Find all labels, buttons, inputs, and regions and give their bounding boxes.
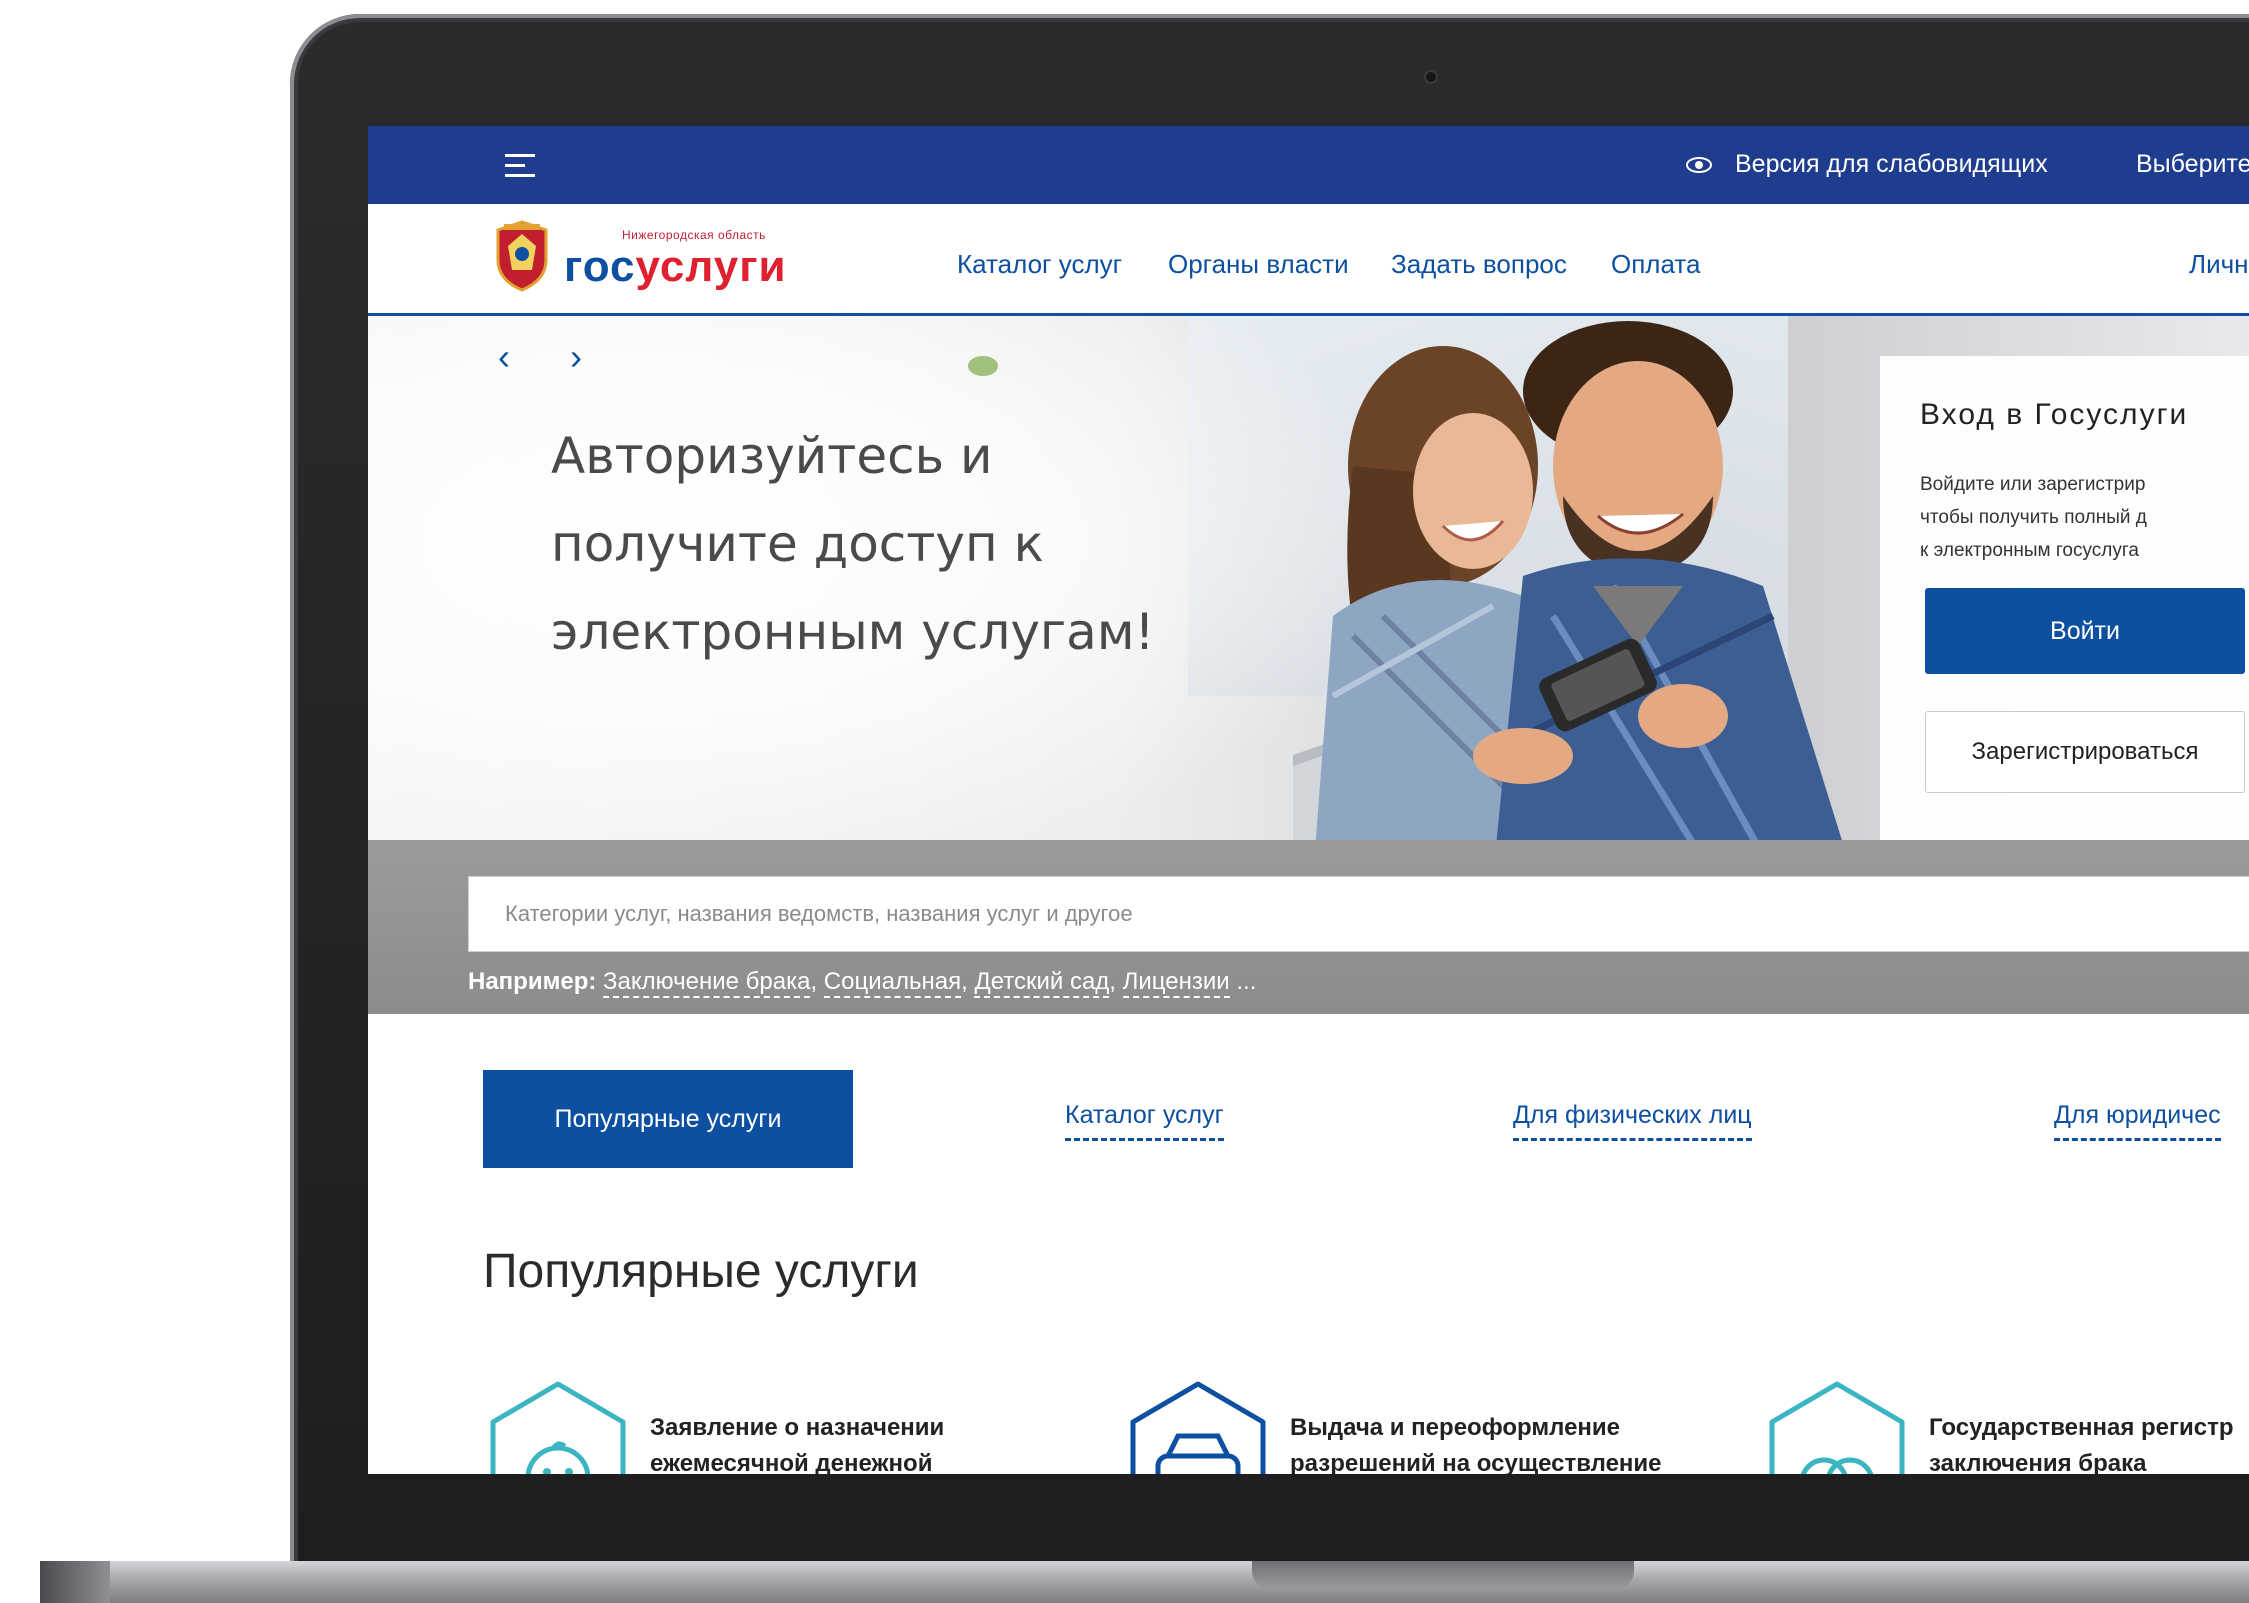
- login-button[interactable]: Войти: [1925, 588, 2245, 674]
- search-examples-label: Например:: [468, 968, 597, 995]
- logo-gos: гос: [564, 242, 636, 291]
- login-title: Вход в Госуслуги: [1920, 398, 2189, 431]
- top-bar: Версия для слабовидящих Выберите: [368, 126, 2249, 204]
- carousel-next-button[interactable]: ›: [570, 336, 582, 378]
- laptop-base-edge: [40, 1561, 110, 1603]
- hero-headline: Авторизуйтесь и получите доступ к электр…: [551, 427, 1155, 661]
- eye-icon: [1686, 157, 1712, 173]
- register-button[interactable]: Зарегистрироваться: [1925, 711, 2245, 793]
- example-marriage[interactable]: Заключение брака: [603, 968, 811, 998]
- service-title[interactable]: Выдача и переоформление разрешений на ос…: [1290, 1410, 1710, 1474]
- login-description: Войдите или зарегистрир чтобы получить п…: [1920, 474, 2147, 561]
- service-title[interactable]: Государственная регистр заключения брака: [1929, 1410, 2249, 1474]
- laptop-base: [40, 1561, 2249, 1603]
- tab-individuals[interactable]: Для физических лиц: [1513, 1101, 1752, 1141]
- logo-uslugi: услуги: [635, 242, 787, 291]
- gosuslugi-logo[interactable]: госуслуги: [564, 242, 787, 292]
- nav-ask-question[interactable]: Задать вопрос: [1391, 249, 1567, 280]
- tab-service-catalog[interactable]: Каталог услуг: [1065, 1101, 1224, 1141]
- tab-popular-services[interactable]: Популярные услуги: [483, 1070, 853, 1168]
- example-social[interactable]: Социальная: [823, 968, 962, 998]
- search-section: Например: Заключение брака, Социальная, …: [368, 840, 2249, 1014]
- accessibility-link[interactable]: Версия для слабовидящих: [1735, 150, 2048, 179]
- hero-banner: ‹ › Авторизуйтесь и получите доступ к эл…: [368, 316, 2249, 876]
- search-examples: Например: Заключение брака, Социальная, …: [468, 968, 1257, 998]
- example-licenses[interactable]: Лицензии: [1122, 968, 1230, 998]
- coat-of-arms-icon: [496, 220, 548, 292]
- service-title[interactable]: Заявление о назначении ежемесячной денеж…: [650, 1410, 1070, 1474]
- nav-catalog[interactable]: Каталог услуг: [957, 249, 1122, 280]
- nav-payment[interactable]: Оплата: [1611, 249, 1700, 280]
- nav-authorities[interactable]: Органы власти: [1168, 249, 1349, 280]
- examples-more: ...: [1229, 968, 1257, 995]
- laptop-base-notch: [1252, 1561, 1634, 1589]
- camera-icon: [1424, 70, 1438, 84]
- logo-region-caption: Нижегородская область: [622, 228, 766, 242]
- example-kindergarten[interactable]: Детский сад: [974, 968, 1110, 998]
- laptop-screen: Версия для слабовидящих Выберите Нижегор…: [368, 126, 2249, 1474]
- plant-icon: [968, 356, 998, 376]
- tab-legal-entities[interactable]: Для юридичес: [2054, 1101, 2221, 1141]
- search-input[interactable]: [468, 876, 2249, 952]
- region-select[interactable]: Выберите: [2136, 150, 2249, 179]
- car-icon[interactable]: [1123, 1378, 1273, 1474]
- nav-personal-cabinet[interactable]: Личн: [2189, 249, 2249, 280]
- carousel-prev-button[interactable]: ‹: [498, 336, 510, 378]
- popular-services-heading: Популярные услуги: [483, 1245, 919, 1298]
- menu-icon[interactable]: [505, 154, 535, 178]
- site-header: Нижегородская область госуслуги Каталог …: [368, 204, 2249, 316]
- baby-icon[interactable]: [483, 1378, 633, 1474]
- login-card: Вход в Госуслуги Войдите или зарегистрир…: [1880, 356, 2249, 856]
- rings-icon[interactable]: [1762, 1378, 1912, 1474]
